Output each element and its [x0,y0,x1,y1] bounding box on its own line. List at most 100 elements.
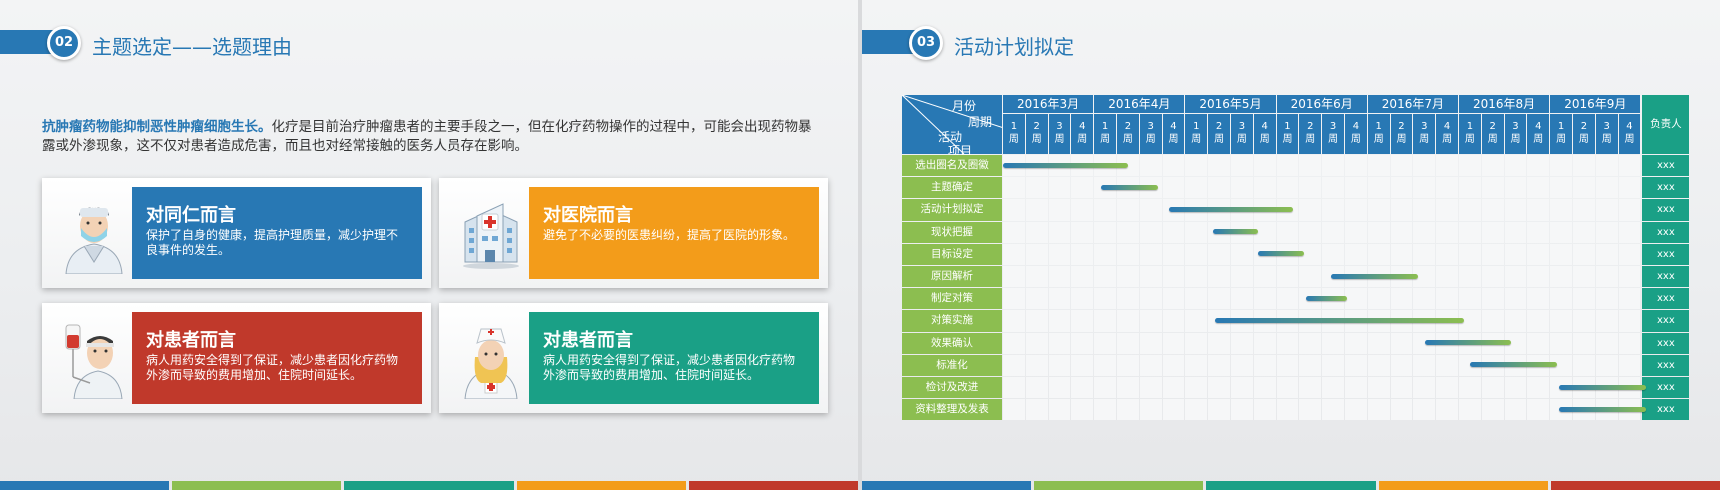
task-label: 对策实施 [902,310,1002,332]
task-bar [1101,184,1159,190]
owner-cell: xxx [1642,377,1690,399]
grid-cell [1208,399,1230,421]
grid-cell [1185,155,1208,177]
grid-cell [1595,310,1618,332]
grid-cell [1618,354,1641,376]
grid-cell [1162,310,1185,332]
grid-cell [1618,266,1641,288]
grid-cell [1048,310,1071,332]
reason-text: 病人用药安全得到了保证，减少患者因化疗药物外渗而导致的费用增加、住院时间延长。 [146,353,399,382]
month-header: 2016年4月 [1094,95,1185,113]
grid-cell [1618,310,1641,332]
grid-cell [1527,332,1550,354]
grid-cell [1231,243,1253,265]
month-header: 2016年5月 [1185,95,1276,113]
grid-cell [1413,177,1436,199]
task-label: 原因解析 [902,266,1002,288]
grid-cell [1481,377,1504,399]
week-header: 3周 [1413,114,1436,154]
task-label: 现状把握 [902,221,1002,243]
grid-cell [1185,354,1208,376]
week-header: 4周 [1436,114,1458,154]
week-header: 1周 [1367,114,1390,154]
grid-cell [1208,177,1230,199]
grid-cell [1367,155,1390,177]
grid-cell [1527,243,1550,265]
grid-cell [1139,332,1162,354]
reason-text: 避免了不必要的医患纠纷，提高了医院的形象。 [543,228,796,242]
week-header: 1周 [1094,114,1116,154]
grid-cell [1003,288,1025,310]
grid-cell [1117,243,1139,265]
reason-card-patients: 对患者而言 病人用药安全得到了保证，减少患者因化疗药物外渗而导致的费用增加、住院… [42,303,431,413]
grid-cell [1595,177,1618,199]
grid-cell [1413,377,1436,399]
grid-cell [1185,177,1208,199]
owner-cell: xxx [1642,155,1690,177]
grid-cell [1071,266,1094,288]
grid-cell [1504,243,1527,265]
grid-cell [1436,288,1458,310]
grid-cell [1390,332,1413,354]
grid-cell [1459,177,1481,199]
grid-cell [1322,377,1344,399]
grid-cell [1117,310,1139,332]
grid-cell [1185,310,1208,332]
patient-iv-icon [60,317,128,400]
page-title: 主题选定——选题理由 [92,35,292,59]
grid-cell [1025,221,1048,243]
grid-cell [1139,221,1162,243]
grid-cell [1162,266,1185,288]
grid-cell [1527,221,1550,243]
grid-cell [1276,354,1299,376]
intro-paragraph: 抗肿瘤药物能抑制恶性肿瘤细胞生长。化疗是目前治疗肿瘤患者的主要手段之一，但在化疗… [42,118,822,156]
grid-cell [1390,199,1413,221]
reason-panel: 对患者而言 病人用药安全得到了保证，减少患者因化疗药物外渗而导致的费用增加、住院… [529,312,819,404]
week-header: 1周 [1003,114,1025,154]
grid-cell [1345,399,1367,421]
grid-cell [1025,332,1048,354]
grid-cell [1048,199,1071,221]
grid-cell [1527,310,1550,332]
grid-cell [1276,266,1299,288]
task-bar [1331,273,1418,279]
grid-cell [1071,221,1094,243]
grid-cell [1413,199,1436,221]
grid-cell [1390,221,1413,243]
owner-cell: xxx [1642,266,1690,288]
grid-cell [1390,399,1413,421]
grid-cell [1208,266,1230,288]
week-header: 3周 [1231,114,1253,154]
reason-card-hospital: 对医院而言 避免了不必要的医患纠纷，提高了医院的形象。 [439,178,828,288]
grid-cell [1367,177,1390,199]
grid-cell [1208,155,1230,177]
grid-cell [1550,155,1572,177]
grid-cell [1481,199,1504,221]
week-header: 4周 [1345,114,1367,154]
owner-cell: xxx [1642,332,1690,354]
grid-cell [1459,199,1481,221]
week-header: 2周 [1117,114,1139,154]
grid-cell [1162,243,1185,265]
grid-cell [1071,377,1094,399]
week-header: 4周 [1253,114,1276,154]
grid-cell [1003,310,1025,332]
grid-cell [1367,332,1390,354]
grid-cell [1276,155,1299,177]
reason-card-colleagues: 对同仁而言 保护了自身的健康，提高护理质量，减少护理不良事件的发生。 [42,178,431,288]
grid-cell [1550,310,1572,332]
week-header: 3周 [1048,114,1071,154]
grid-cell [1139,354,1162,376]
grid-cell [1299,221,1322,243]
grid-cell [1504,155,1527,177]
week-header: 3周 [1595,114,1618,154]
grid-cell [1595,155,1618,177]
page-title: 活动计划拟定 [954,35,1074,59]
grid-cell [1436,199,1458,221]
grid-cell [1162,155,1185,177]
grid-cell [1459,399,1481,421]
grid-cell [1094,266,1116,288]
week-header: 1周 [1459,114,1481,154]
reason-text: 病人用药安全得到了保证，减少患者因化疗药物外渗而导致的费用增加、住院时间延长。 [543,353,796,382]
task-label: 制定对策 [902,288,1002,310]
